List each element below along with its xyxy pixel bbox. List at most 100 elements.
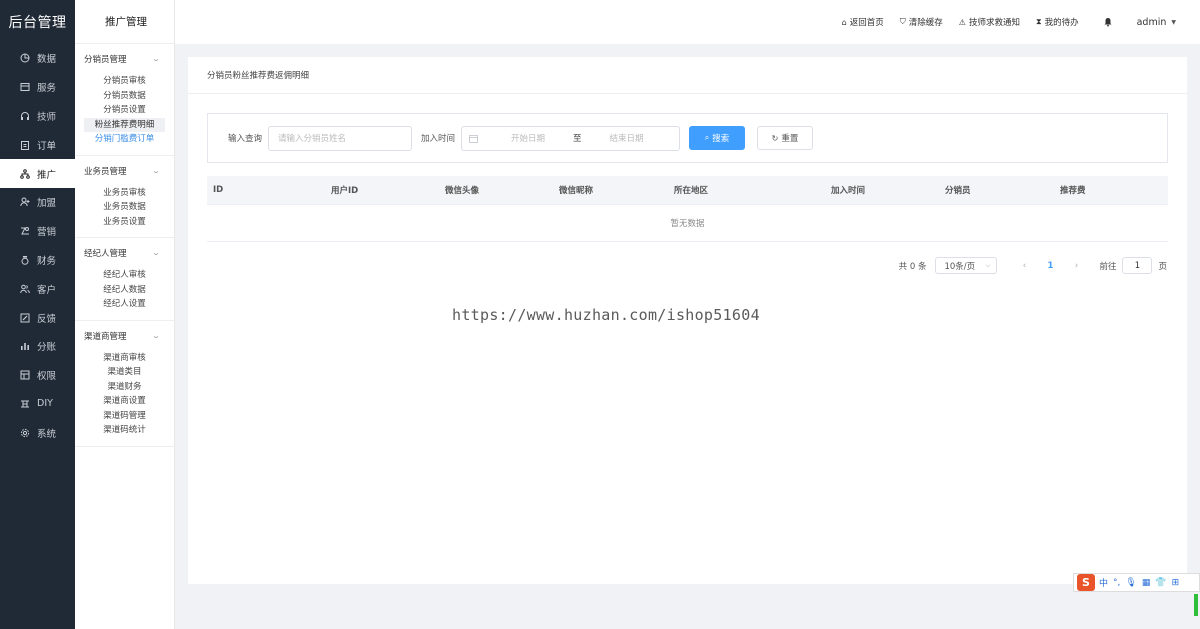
status-indicator bbox=[1194, 594, 1198, 616]
sidebar-item-7[interactable]: 营销 bbox=[0, 217, 75, 246]
column-header: 所在地区 bbox=[674, 186, 709, 196]
keyboard-icon[interactable]: ▦ bbox=[1142, 578, 1151, 588]
chevron-down-icon: ⌵ bbox=[985, 261, 991, 269]
calendar-icon bbox=[20, 82, 30, 92]
sos-notice-link[interactable]: ⚠ 技师求救通知 bbox=[959, 16, 1020, 29]
secondary-sidebar-title: 推广管理 bbox=[75, 0, 174, 44]
sidebar-item-8[interactable]: 财务 bbox=[0, 246, 75, 275]
sidebar-item-4[interactable]: 订单 bbox=[0, 130, 75, 159]
caret-down-icon: ▼ bbox=[1171, 18, 1176, 26]
user-menu[interactable]: admin ▼ bbox=[1137, 17, 1176, 28]
sidebar-item-label: 营销 bbox=[37, 227, 57, 239]
range-separator: 至 bbox=[573, 134, 582, 144]
column-header: 微信昵称 bbox=[559, 186, 594, 196]
diy-icon bbox=[20, 399, 30, 409]
goto-page-input[interactable]: 1 bbox=[1122, 257, 1153, 274]
sos-notice-label: 技师求救通知 bbox=[968, 18, 1020, 28]
menu-group-title[interactable]: 渠道商管理 ⌄ bbox=[75, 321, 174, 351]
menu-group-title[interactable]: 经纪人管理 ⌄ bbox=[75, 238, 174, 268]
submenu-item[interactable]: 分销门槛费订单 bbox=[84, 132, 165, 147]
submenu-item[interactable]: 经纪人设置 bbox=[84, 297, 165, 312]
sidebar-item-12[interactable]: 权限 bbox=[0, 361, 75, 390]
headset-icon bbox=[20, 111, 30, 121]
submenu-item[interactable]: 渠道码统计 bbox=[84, 423, 165, 438]
column-header: ID bbox=[213, 185, 224, 195]
distributor-name-input[interactable]: 请输入分销员姓名 bbox=[268, 125, 413, 151]
submenu-item[interactable]: 经纪人数据 bbox=[84, 283, 165, 298]
submenu-item[interactable]: 业务员审核 bbox=[84, 186, 165, 201]
page-size-select[interactable]: 10条/页 ⌵ bbox=[935, 257, 998, 274]
submenu-item[interactable]: 渠道商设置 bbox=[84, 394, 165, 409]
clipboard-icon bbox=[20, 140, 30, 150]
chevron-down-icon: ⌄ bbox=[151, 166, 161, 175]
submenu-item[interactable]: 经纪人审核 bbox=[84, 268, 165, 283]
skin-icon[interactable]: 👕 bbox=[1155, 578, 1166, 588]
sidebar-item-label: 分账 bbox=[37, 342, 57, 354]
sidebar-item-14[interactable]: 系统 bbox=[0, 418, 75, 447]
home-link-label: 返回首页 bbox=[849, 18, 884, 28]
sidebar-item-3[interactable]: 技师 bbox=[0, 102, 75, 131]
sidebar-item-5[interactable]: 推广 bbox=[0, 159, 75, 188]
menu-group: 业务员管理 ⌄ 业务员审核 业务员数据 业务员设置 bbox=[75, 156, 174, 238]
sidebar-item-label: 推广 bbox=[37, 169, 57, 181]
submenu-item[interactable]: 分销员审核 bbox=[84, 74, 165, 89]
sidebar-item-label: 数据 bbox=[37, 54, 57, 66]
sidebar-item-11[interactable]: 分账 bbox=[0, 332, 75, 361]
clear-cache-link[interactable]: ⛉ 清除缓存 bbox=[900, 16, 943, 28]
submenu-item[interactable]: 粉丝推荐费明细 bbox=[84, 117, 165, 132]
column-header: 用户ID bbox=[331, 186, 359, 196]
chevron-down-icon: ⌄ bbox=[151, 55, 161, 63]
menu-group-title[interactable]: 分销员管理 ⌄ bbox=[75, 44, 174, 74]
microphone-icon[interactable]: 🎙 bbox=[1125, 578, 1136, 588]
submenu-item[interactable]: 渠道财务 bbox=[84, 380, 165, 395]
gear-icon bbox=[20, 428, 30, 438]
menu-group-label: 分销员管理 bbox=[84, 55, 127, 65]
menu-group-title[interactable]: 业务员管理 ⌄ bbox=[75, 156, 174, 186]
sidebar-item-1[interactable]: 数据 bbox=[0, 44, 75, 73]
search-button-label: 搜索 bbox=[712, 134, 730, 144]
sidebar-item-13[interactable]: DIY bbox=[0, 390, 75, 419]
top-header: ⌂ 返回首页 ⛉ 清除缓存 ⚠ 技师求救通知 ⧗ 我的待办 admin ▼ bbox=[175, 0, 1200, 44]
submenu-item[interactable]: 渠道码管理 bbox=[84, 409, 165, 424]
submenu-item[interactable]: 分销员数据 bbox=[84, 89, 165, 104]
join-date-range-picker[interactable]: 开始日期 至 结束日期 bbox=[461, 125, 681, 151]
todo-link[interactable]: ⧗ 我的待办 bbox=[1036, 16, 1079, 28]
user-add-icon bbox=[20, 197, 30, 207]
sidebar-item-9[interactable]: 客户 bbox=[0, 274, 75, 303]
menu-group: 分销员管理 ⌄ 分销员审核 分销员数据 分销员设置 粉丝推荐费明细 分销门槛费订单 bbox=[75, 44, 174, 156]
search-button[interactable]: ⌕ 搜索 bbox=[689, 126, 746, 150]
next-page-button[interactable]: › bbox=[1068, 261, 1084, 271]
search-icon: ⌕ bbox=[704, 133, 710, 142]
sogou-logo[interactable]: S bbox=[1077, 574, 1095, 591]
submenu-item[interactable]: 渠道商审核 bbox=[84, 351, 165, 366]
start-date-input[interactable]: 开始日期 bbox=[488, 132, 568, 144]
sidebar-item-label: 技师 bbox=[37, 111, 57, 123]
grid-icon[interactable]: ⊞ bbox=[1172, 578, 1180, 588]
clear-cache-label: 清除缓存 bbox=[908, 18, 943, 28]
submenu-item[interactable]: 业务员设置 bbox=[84, 215, 165, 230]
ime-language-toggle[interactable]: 中 bbox=[1099, 576, 1108, 589]
join-time-label: 加入时间 bbox=[421, 134, 456, 144]
home-link[interactable]: ⌂ 返回首页 bbox=[842, 16, 884, 29]
prev-page-button[interactable]: ‹ bbox=[1016, 261, 1032, 271]
refresh-icon: ↻ bbox=[771, 133, 779, 143]
sidebar-item-6[interactable]: 加盟 bbox=[0, 188, 75, 217]
goto-label: 前往 bbox=[1099, 261, 1117, 272]
query-label: 输入查询 bbox=[228, 134, 263, 144]
filter-panel: 输入查询 请输入分销员姓名 加入时间 开始日期 至 结束日期 ⌕ 搜索 ↻ 重置 bbox=[207, 113, 1168, 163]
end-date-input[interactable]: 结束日期 bbox=[587, 132, 667, 144]
marketing-icon bbox=[20, 226, 30, 236]
bell-icon[interactable] bbox=[1103, 17, 1113, 27]
share-tree-icon bbox=[20, 168, 30, 179]
sidebar-item-label: 权限 bbox=[37, 371, 57, 383]
ime-punct-toggle[interactable]: °, bbox=[1113, 578, 1120, 588]
submenu-item[interactable]: 分销员设置 bbox=[84, 103, 165, 118]
sidebar-item-10[interactable]: 反馈 bbox=[0, 303, 75, 332]
permission-icon bbox=[20, 370, 30, 380]
submenu-item[interactable]: 渠道类目 bbox=[84, 365, 165, 380]
page-number[interactable]: 1 bbox=[1042, 261, 1058, 271]
reset-button[interactable]: ↻ 重置 bbox=[757, 126, 814, 150]
sidebar-item-2[interactable]: 服务 bbox=[0, 73, 75, 102]
submenu-item[interactable]: 业务员数据 bbox=[84, 200, 165, 215]
page-unit-label: 页 bbox=[1158, 261, 1167, 272]
